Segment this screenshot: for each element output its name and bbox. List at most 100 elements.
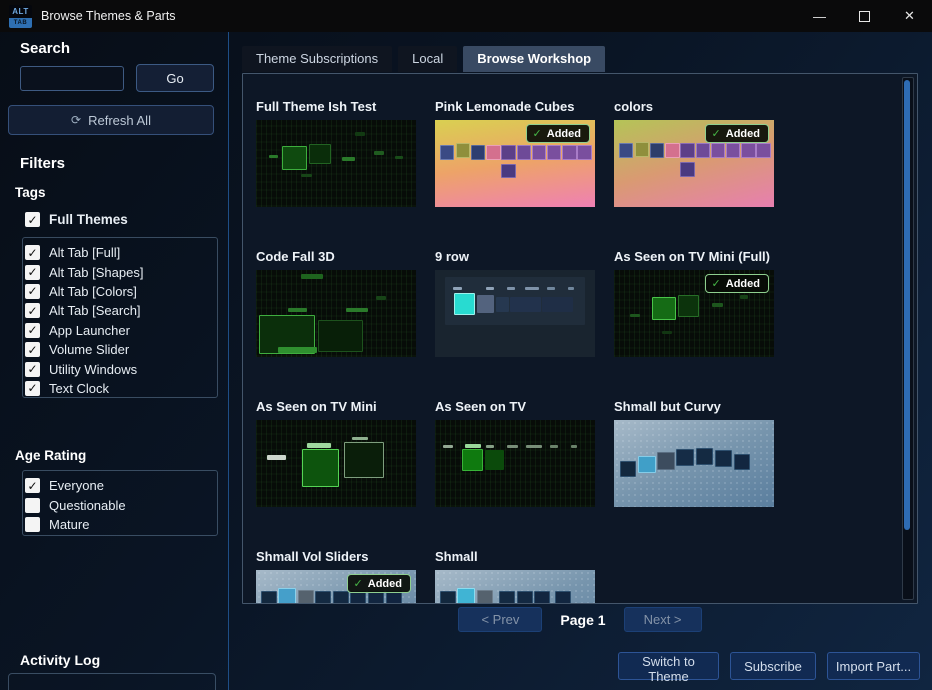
checkbox-alt-tab-colors[interactable]: ✓ Alt Tab [Colors] — [25, 282, 217, 301]
theme-card-as-seen-on-tv-mini-full[interactable]: As Seen on TV Mini (Full) ✓Added — [614, 248, 774, 357]
thumbnail-shape — [307, 443, 331, 447]
added-badge-label: Added — [726, 128, 760, 140]
checkbox-utility-windows[interactable]: ✓Utility Windows — [25, 359, 217, 378]
thumbnail-shape — [301, 174, 312, 177]
thumbnail-shape — [665, 143, 679, 158]
checkbox-full-themes[interactable]: ✓ Full Themes — [25, 212, 128, 227]
check-icon: ✓ — [27, 305, 37, 317]
theme-card-full-theme-ish-test[interactable]: Full Theme Ish Test — [256, 98, 416, 207]
theme-thumbnail — [256, 270, 416, 357]
theme-thumbnail — [435, 570, 595, 604]
theme-thumbnail — [256, 420, 416, 507]
thumbnail-shape — [465, 444, 481, 447]
thumbnail-shape — [278, 588, 296, 604]
subscribe-button[interactable]: Subscribe — [730, 652, 816, 680]
theme-card-title: colors — [614, 98, 774, 120]
close-button[interactable]: ✕ — [887, 0, 932, 32]
thumbnail-shape — [486, 145, 500, 160]
theme-thumbnail: ✓Added — [435, 120, 595, 207]
checkbox-box: ✓ — [25, 323, 40, 338]
switch-to-theme-button[interactable]: Switch to Theme — [618, 652, 719, 680]
thumbnail-shape — [620, 461, 636, 477]
theme-card-title: Full Theme Ish Test — [256, 98, 416, 120]
checkbox-label: Questionable — [49, 498, 126, 513]
check-icon: ✓ — [27, 363, 37, 375]
thumbnail-shape — [510, 297, 540, 312]
thumbnail-shape — [680, 162, 694, 177]
theme-card-as-seen-on-tv[interactable]: As Seen on TV — [435, 398, 595, 507]
theme-thumbnail: ✓Added — [614, 270, 774, 357]
go-button[interactable]: Go — [136, 64, 214, 92]
thumbnail-shape — [555, 591, 571, 604]
thumbnail-shape — [630, 314, 640, 317]
thumbnail-shape — [635, 142, 649, 157]
checkbox-volume-slider[interactable]: ✓Volume Slider — [25, 340, 217, 359]
added-badge-label: Added — [726, 278, 760, 290]
thumbnail-shape — [571, 445, 577, 448]
next-page-button[interactable]: Next > — [624, 607, 702, 632]
thumbnail-shape — [501, 145, 515, 160]
added-badge: ✓Added — [705, 274, 769, 293]
thumbnail-shape — [568, 287, 574, 290]
minimize-button[interactable]: — — [797, 0, 842, 32]
maximize-button[interactable] — [842, 0, 887, 32]
thumbnail-shape — [532, 145, 546, 160]
thumbnail-shape — [550, 445, 558, 448]
pagination: < Prev Page 1 Next > — [242, 607, 918, 632]
thumbnail-shape — [301, 274, 323, 278]
theme-card-shmall-but-curvy[interactable]: Shmall but Curvy — [614, 398, 774, 507]
checkbox-alt-tab-full[interactable]: ✓Alt Tab [Full] — [25, 243, 217, 262]
tags-group-box: ✓Alt Tab [Full]✓Alt Tab [Shapes]✓Alt Tab… — [22, 237, 218, 398]
checkbox-alt-tab-shapes[interactable]: ✓Alt Tab [Shapes] — [25, 262, 217, 281]
checkbox-label: Text Clock — [49, 381, 109, 396]
thumbnail-shape — [517, 145, 531, 160]
checkbox-text-clock[interactable]: ✓Text Clock — [25, 379, 217, 398]
import-part-button[interactable]: Import Part... — [827, 652, 920, 680]
thumbnail-shape — [678, 295, 699, 317]
search-input[interactable] — [20, 66, 124, 91]
thumbnail-shape — [756, 143, 770, 158]
checkbox-mature[interactable]: ✓Mature — [25, 515, 217, 534]
theme-card-shmall[interactable]: Shmall — [435, 548, 595, 604]
check-icon: ✓ — [712, 127, 721, 140]
thumbnail-shape — [346, 308, 368, 311]
theme-card-shmall-vol-sliders[interactable]: Shmall Vol Sliders ✓Added — [256, 548, 416, 604]
theme-card-title: As Seen on TV Mini (Full) — [614, 248, 774, 270]
checkbox-app-launcher[interactable]: ✓ App Launcher — [25, 321, 217, 340]
added-badge: ✓Added — [347, 574, 411, 593]
thumbnail-shape — [267, 455, 286, 460]
checkbox-alt-tab-search[interactable]: ✓Alt Tab [Search] — [25, 301, 217, 320]
theme-card-title: Shmall Vol Sliders — [256, 548, 416, 570]
checkbox-box: ✓ — [25, 284, 40, 299]
checkbox-label: Alt Tab [Colors] — [49, 284, 137, 299]
tab-local[interactable]: Local — [398, 46, 457, 72]
theme-card-code-fall-3d[interactable]: Code Fall 3D — [256, 248, 416, 357]
check-icon: ✓ — [354, 577, 363, 590]
tab-browse-workshop[interactable]: Browse Workshop — [463, 46, 605, 72]
theme-card-title: Shmall but Curvy — [614, 398, 774, 420]
theme-card-as-seen-on-tv-mini[interactable]: As Seen on TV Mini — [256, 398, 416, 507]
checkbox-questionable[interactable]: ✓Questionable — [25, 495, 217, 514]
theme-card-colors[interactable]: colors ✓ Added — [614, 98, 774, 207]
scrollbar-track[interactable] — [902, 77, 914, 600]
prev-page-button[interactable]: < Prev — [458, 607, 542, 632]
thumbnail-shape — [638, 456, 656, 473]
checkbox-box: ✓ — [25, 478, 40, 493]
theme-card-pink-lemonade-cubes[interactable]: Pink Lemonade Cubes✓Added — [435, 98, 595, 207]
thumbnail-shape — [696, 143, 710, 158]
thumbnail-shape — [547, 145, 561, 160]
thumbnail-shape — [333, 591, 349, 604]
theme-grid: Full Theme Ish Test Pink Lemonade Cubes✓A… — [256, 98, 774, 604]
checkbox-everyone[interactable]: ✓Everyone — [25, 476, 217, 495]
thumbnail-shape — [676, 449, 694, 466]
tab-theme-subscriptions[interactable]: Theme Subscriptions — [242, 46, 392, 72]
checkbox-label: App Launcher — [49, 323, 130, 338]
scrollbar-thumb[interactable] — [904, 80, 910, 530]
check-icon: ✓ — [27, 480, 37, 492]
refresh-all-button[interactable]: ⟳ Refresh All — [8, 105, 214, 135]
checkbox-label: Mature — [49, 517, 89, 532]
thumbnail-shape — [302, 449, 339, 487]
theme-thumbnail — [614, 420, 774, 507]
theme-card-9-row[interactable]: 9 row — [435, 248, 595, 357]
thumbnail-shape — [577, 145, 591, 160]
